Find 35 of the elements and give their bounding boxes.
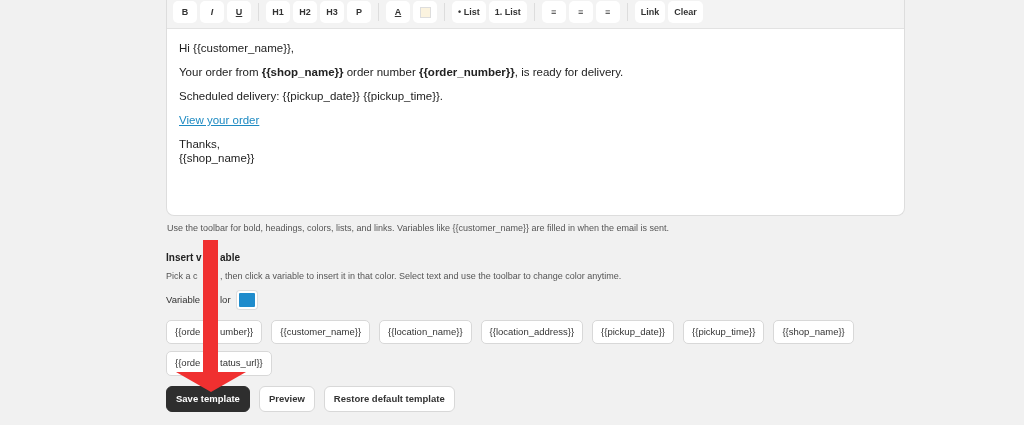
help-text: Use the toolbar for bold, headings, colors, lists, and links. Variables like {{customer_name}} are filled in when the email is sent. xyxy=(167,222,671,235)
section-description: Pick a c , then click a variable to insert it in that color. Select text and use the toolbar to change color anytime. xyxy=(166,269,623,283)
toolbar-button[interactable]: H2 xyxy=(293,1,317,23)
variable-button[interactable]: {{location_name}} xyxy=(379,320,472,345)
toolbar-button[interactable]: Link xyxy=(634,1,666,23)
toolbar-button[interactable]: U xyxy=(227,1,251,23)
toolbar-button[interactable]: B xyxy=(173,1,197,23)
action-button[interactable]: Restore default template xyxy=(323,385,455,412)
email-paragraph: Thanks, {{shop_name}} xyxy=(179,137,256,165)
variable-button[interactable]: {{customer_name}} xyxy=(271,320,371,345)
toolbar-button[interactable]: A xyxy=(386,1,410,23)
variable-button[interactable]: {{location_address}} xyxy=(480,320,584,345)
color-swatch[interactable] xyxy=(236,291,257,309)
toolbar-button[interactable]: • List xyxy=(452,1,486,23)
toolbar-button[interactable]: ≡ xyxy=(568,1,593,23)
variable-button[interactable]: {{pickup_date}} xyxy=(592,320,675,345)
email-paragraph: Hi {{customer_name}}, xyxy=(179,41,296,55)
toolbar-button[interactable]: ≡ xyxy=(595,1,620,23)
save-button[interactable]: Save template xyxy=(166,385,250,412)
email-paragraph: Scheduled delivery: {{pickup_date}} {{pickup_time}}. xyxy=(179,89,445,103)
toolbar-button[interactable]: H1 xyxy=(266,1,290,23)
toolbar-button[interactable]: P xyxy=(347,1,371,23)
section-title: Insert v able xyxy=(166,250,241,265)
toolbar-button[interactable]: I xyxy=(200,1,224,23)
action-button[interactable]: Preview xyxy=(258,385,315,412)
order-link[interactable]: View your order xyxy=(179,114,260,126)
color-label: Variable lor xyxy=(166,292,231,307)
email-paragraph: Your order from {{shop_name}} order number {{order_number}}, is ready for delivery. xyxy=(179,65,625,79)
variable-button[interactable]: {{pickup_time}} xyxy=(683,320,765,345)
toolbar-button[interactable]: H3 xyxy=(320,1,344,23)
variable-button[interactable]: {{shop_name}} xyxy=(773,320,854,345)
toolbar-button[interactable]: 1. List xyxy=(488,1,527,23)
toolbar-button[interactable]: Clear xyxy=(668,1,703,23)
toolbar-button[interactable]: ≡ xyxy=(541,1,566,23)
highlight-color-button[interactable] xyxy=(413,1,437,23)
